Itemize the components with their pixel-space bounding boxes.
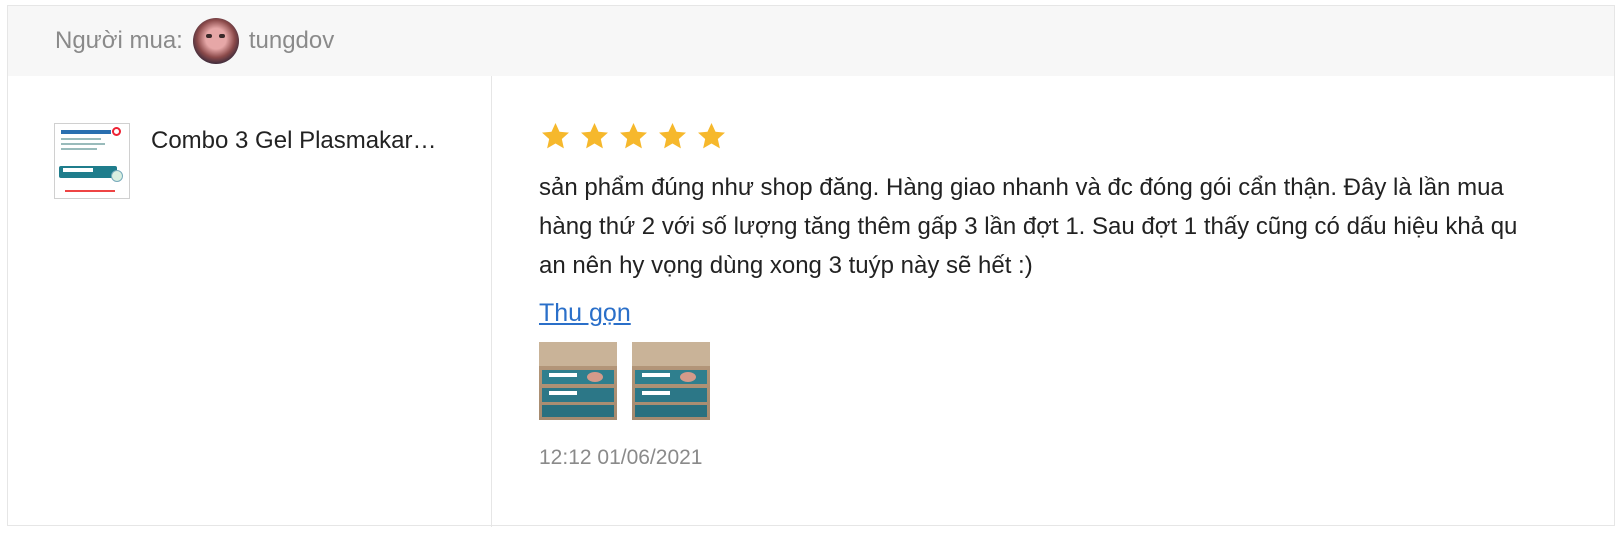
column-divider [491, 76, 492, 527]
star-icon [620, 122, 647, 148]
product-name[interactable]: Combo 3 Gel Plasmakare Plus chuyên sâu [151, 127, 441, 155]
star-icon [659, 122, 686, 148]
product-info[interactable]: Combo 3 Gel Plasmakare Plus chuyên sâu [54, 123, 441, 199]
review-timestamp: 12:12 01/06/2021 [539, 446, 703, 469]
star-icon [698, 122, 725, 148]
review-content: sản phẩm đúng như shop đăng. Hàng giao n… [539, 116, 1529, 470]
star-icon [542, 122, 569, 148]
product-thumbnail[interactable] [54, 123, 130, 199]
review-header: Người mua: tungdov [8, 6, 1614, 76]
buyer-label: Người mua: [55, 27, 183, 54]
review-card: Người mua: tungdov Combo 3 Gel Plasmakar… [7, 5, 1615, 527]
avatar [192, 18, 239, 64]
star-rating [539, 116, 1529, 156]
review-photo-1[interactable] [539, 342, 617, 420]
collapse-link[interactable]: Thu gọn [539, 299, 631, 328]
review-body: Combo 3 Gel Plasmakare Plus chuyên sâu s… [8, 76, 1614, 527]
review-text: sản phẩm đúng như shop đăng. Hàng giao n… [539, 174, 1518, 279]
star-icon [581, 122, 608, 148]
buyer-username: tungdov [248, 27, 335, 54]
review-photos [539, 342, 1529, 420]
review-photo-2[interactable] [632, 342, 710, 420]
